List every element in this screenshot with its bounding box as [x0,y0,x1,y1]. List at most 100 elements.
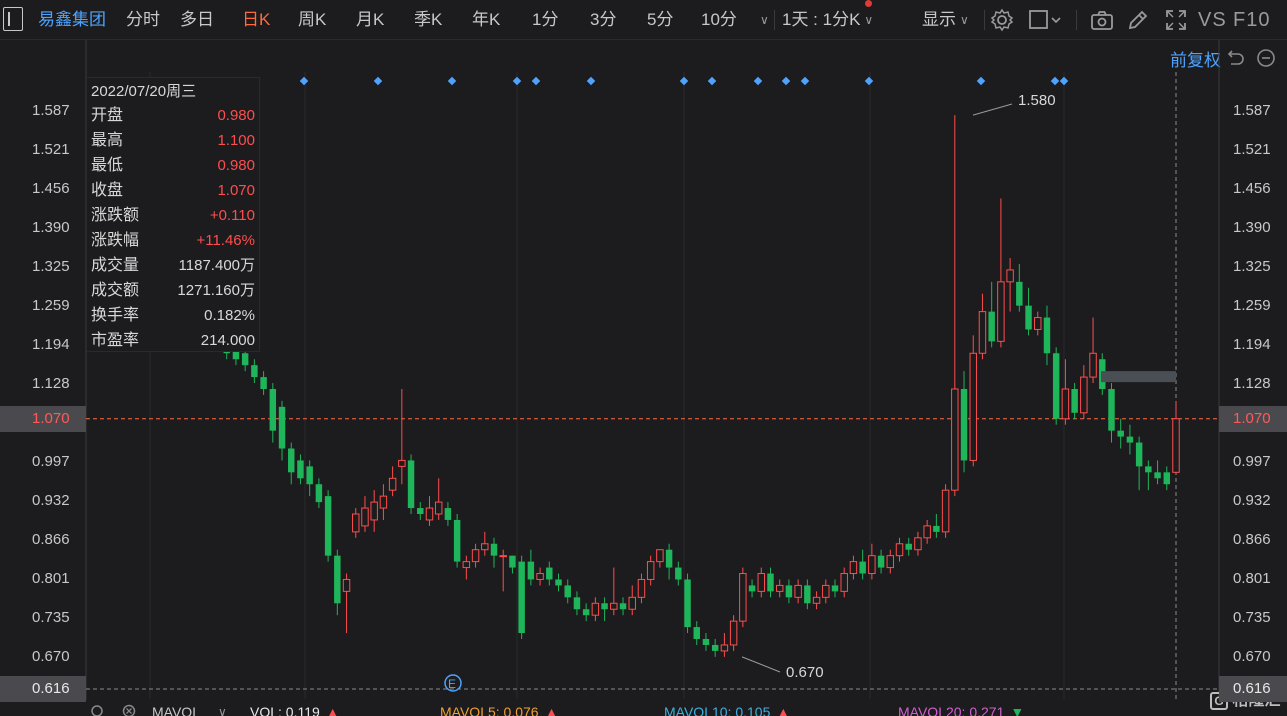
candle-body [859,561,866,574]
low-annotation-line [741,656,781,673]
divider [774,10,775,30]
tab-10min[interactable]: 10分 [701,0,737,40]
candle-body [509,555,516,568]
tab-day-k[interactable]: 日K [242,0,270,40]
price-tick-label: 1.521 [1233,141,1271,159]
mavol20-label: MAVOL20: 0.271 [898,704,1005,716]
stock-name[interactable]: 易鑫集团 [38,0,106,40]
candle-body [895,543,904,557]
candle-body [370,501,378,521]
mavol5-value: MAVOL5: 0.076 ▲ [440,704,558,716]
candle-body [785,585,793,598]
candle-body [646,561,655,580]
info-value: +11.46% [196,232,255,249]
divider [1076,10,1077,30]
price-tick-label: 0.735 [32,609,70,627]
vs-button[interactable]: VS [1198,0,1227,40]
candle-body [241,353,249,366]
display-dropdown[interactable]: 显示 ∨ [922,0,969,40]
multi-period-label: 1天 : 1分K [782,10,861,29]
candle-body [564,585,571,598]
multi-period-dropdown[interactable]: 1天 : 1分K ∨ [782,0,873,40]
candle-body [923,525,931,539]
candle-body [546,567,553,580]
candle-body [315,484,323,503]
gear-icon[interactable] [88,703,106,716]
info-row: 成交额 1271.160万 [91,278,255,303]
tab-month-k[interactable]: 月K [356,0,384,40]
notification-dot [865,0,872,7]
price-tick-label: 1.194 [1233,335,1271,353]
candle-body [656,549,664,563]
candle-body [527,561,535,580]
candle-body [720,644,729,652]
period-more-dropdown[interactable]: ∨ [756,0,769,40]
candle-body [804,585,811,604]
price-tick-label: 0.997 [1233,453,1271,471]
candle-body [1034,317,1042,330]
divider [984,10,985,30]
vol-label: VOL: 0.119 [250,704,320,716]
up-arrow-icon: ▲ [325,704,340,716]
info-value: 214.000 [200,332,255,349]
info-key: 成交量 [91,257,140,274]
price-tick-label: 0.801 [1233,569,1271,587]
price-tick-label: 1.194 [32,335,70,353]
candle-body [499,555,507,558]
candle-body [1016,281,1023,306]
camera-icon[interactable] [1090,8,1114,32]
candle-body [739,573,747,622]
tab-fenshi[interactable]: 分时 [126,0,160,40]
display-label: 显示 [922,10,956,29]
mavol-dropdown[interactable]: MAVOL ∨ [152,704,227,716]
candle-body [297,460,304,479]
price-tick-label: 1.325 [1233,257,1271,275]
tab-quarter-k[interactable]: 季K [414,0,442,40]
high-annotation-line [972,103,1013,116]
expand-icon[interactable] [1164,8,1188,32]
pencil-icon[interactable] [1126,8,1150,32]
info-row: 最低 0.980 [91,153,255,178]
event-marker [679,76,689,86]
candle-body [822,584,830,598]
tab-5min[interactable]: 5分 [647,0,673,40]
checkbox-dropdown-icon[interactable] [1028,8,1064,32]
current-price-tag: 1.070 [0,405,86,432]
info-value: 1187.400万 [178,257,255,274]
tab-year-k[interactable]: 年K [472,0,500,40]
low-price-tag: 0.616 [1219,676,1287,702]
tab-week-k[interactable]: 周K [298,0,326,40]
candle-body [693,627,700,639]
candle-body [978,311,987,354]
tab-multiday[interactable]: 多日 [180,0,214,40]
tab-1min[interactable]: 1分 [532,0,558,40]
candle-body [849,561,858,575]
price-tick-label: 0.866 [32,531,70,549]
price-tick-label: 0.932 [32,491,70,509]
gear-icon[interactable] [990,8,1014,32]
candle-body [407,460,415,509]
event-marker [976,76,986,86]
event-marker [512,76,522,86]
low-price-tag: 0.616 [0,676,86,702]
info-key: 开盘 [91,107,124,124]
info-row: 收盘 1.070 [91,178,255,203]
tab-3min[interactable]: 3分 [590,0,616,40]
info-value: 1.070 [217,182,255,199]
info-row: 换手率 0.182% [91,303,255,328]
info-date: 2022/07/20周三 [91,83,197,100]
candle-body [951,388,959,491]
event-marker [864,76,874,86]
candle-body [610,602,618,610]
candle-body [1006,269,1014,283]
candle-body [398,459,406,467]
candle-body [729,620,738,646]
candle-body [306,466,313,485]
panel-toggle-icon[interactable] [3,7,23,31]
f10-button[interactable]: F10 [1233,0,1270,40]
candle-body [988,311,995,342]
candle-body [914,537,922,551]
candle-body [1126,436,1134,443]
close-icon[interactable] [120,703,138,716]
info-value: 0.980 [217,157,255,174]
